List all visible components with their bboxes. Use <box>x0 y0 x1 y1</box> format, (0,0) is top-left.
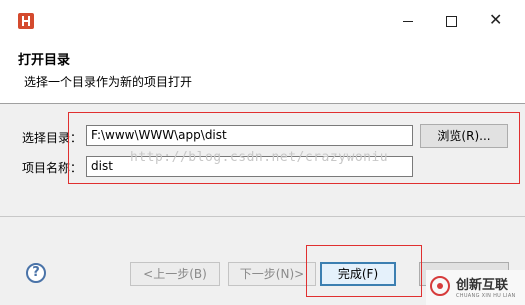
brand-logo-subtext: CHUANG XIN HU LIAN <box>456 293 516 299</box>
back-button[interactable]: <上一步(B) <box>130 262 220 286</box>
minimize-icon <box>403 21 413 22</box>
close-icon: ✕ <box>489 10 503 29</box>
dialog-subtitle: 选择一个目录作为新的项目打开 <box>24 75 193 89</box>
title-bar: ✕ <box>0 0 525 43</box>
brand-logo-text: 创新互联 <box>456 278 509 293</box>
form-highlight-box <box>68 112 520 184</box>
maximize-button[interactable] <box>440 10 462 32</box>
maximize-icon <box>446 16 457 27</box>
help-icon[interactable]: ? <box>26 263 46 283</box>
dialog-header: 打开目录 选择一个目录作为新的项目打开 <box>0 43 525 101</box>
next-button[interactable]: 下一步(N)> <box>228 262 316 286</box>
brand-logo-icon <box>430 276 450 296</box>
close-button[interactable]: ✕ <box>485 10 507 32</box>
finish-highlight-box <box>306 245 422 297</box>
dialog-title: 打开目录 <box>18 53 71 68</box>
footer-divider <box>0 216 525 217</box>
brand-logo: 创新互联 CHUANG XIN HU LIAN <box>426 270 525 305</box>
hbuilder-h-icon <box>18 13 34 29</box>
minimize-button[interactable] <box>397 10 419 32</box>
